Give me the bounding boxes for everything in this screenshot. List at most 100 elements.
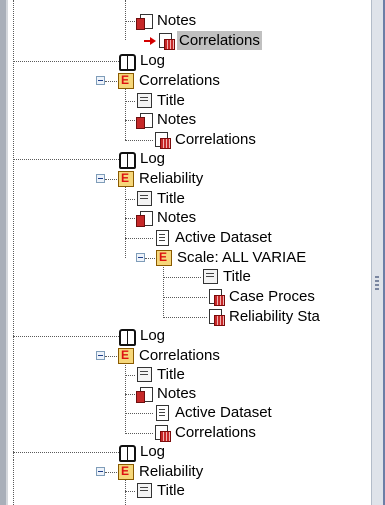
heading-icon: [156, 249, 172, 266]
collapse-toggle[interactable]: [96, 174, 105, 183]
tree-line: [163, 297, 207, 298]
tree-node-case-processing[interactable]: Case Proces: [208, 287, 317, 306]
tree-line: [125, 199, 135, 200]
tree-line: [13, 159, 119, 160]
tree-node-label: Active Dataset: [175, 229, 272, 246]
heading-icon: [118, 463, 134, 480]
tree-node-label: Reliability Sta: [229, 308, 320, 325]
title-icon: [202, 268, 218, 285]
tree-node-label: Active Dataset: [175, 404, 272, 421]
tree-node-reliability-group[interactable]: Reliability: [118, 169, 205, 188]
tree-node-label: Correlations: [175, 424, 256, 441]
tree-line: [105, 81, 117, 82]
active-dataset-icon: [154, 404, 170, 421]
tree-node-label: Log: [140, 443, 166, 460]
correlations-table-icon: [154, 131, 171, 149]
tree-node-correlations-group[interactable]: Correlations: [118, 346, 222, 365]
notes-icon: [136, 210, 153, 227]
tree-node-title[interactable]: Title: [136, 189, 187, 208]
output-outline-tree[interactable]: Notes Correlations Log Correlations Titl…: [8, 0, 371, 505]
collapse-toggle[interactable]: [96, 76, 105, 85]
heading-icon: [118, 72, 134, 89]
tree-line: [125, 218, 135, 219]
tree-node-active-dataset[interactable]: Active Dataset: [154, 228, 274, 247]
table-icon: [208, 308, 225, 326]
tree-node-notes[interactable]: Notes: [136, 11, 198, 30]
active-dataset-icon: [154, 229, 170, 246]
tree-node-title[interactable]: Title: [136, 365, 187, 384]
tree-node-label: Title: [157, 366, 185, 383]
tree-line: [125, 0, 126, 40]
tree-line: [105, 472, 117, 473]
tree-line: [163, 264, 164, 318]
tree-node-label: Title: [157, 482, 185, 499]
tree-node-label: Correlations: [175, 131, 256, 148]
tree-line: [125, 491, 135, 492]
tree-line: [125, 120, 135, 121]
tree-node-correlations-group[interactable]: Correlations: [118, 71, 222, 90]
notes-icon: [136, 386, 153, 403]
heading-icon: [118, 347, 134, 364]
tree-node-correlations[interactable]: Correlations: [154, 130, 258, 149]
tree-line: [13, 452, 119, 453]
tree-line: [125, 362, 126, 434]
splitter-grip-icon[interactable]: [375, 276, 379, 290]
tree-node-notes[interactable]: Notes: [136, 208, 198, 227]
tree-node-label: Notes: [157, 385, 197, 402]
tree-node-scale-group[interactable]: Scale: ALL VARIAE: [156, 248, 308, 267]
title-icon: [136, 366, 152, 383]
tree-node-label: Title: [223, 268, 251, 285]
tree-node-label: Log: [140, 52, 166, 69]
tree-node-notes[interactable]: Notes: [136, 110, 198, 129]
tree-node-label: Title: [157, 92, 185, 109]
current-item-arrow-icon: [144, 37, 156, 45]
tree-node-label: Correlations: [139, 72, 220, 89]
tree-line: [125, 101, 135, 102]
tree-node-log[interactable]: Log: [119, 326, 167, 346]
tree-node-label: Correlations: [139, 347, 220, 364]
title-icon: [136, 190, 152, 207]
tree-node-label: Title: [157, 190, 185, 207]
collapse-toggle[interactable]: [96, 351, 105, 360]
tree-node-notes[interactable]: Notes: [136, 384, 198, 403]
tree-node-title[interactable]: Title: [202, 267, 253, 286]
tree-node-title[interactable]: Title: [136, 481, 187, 500]
tree-node-log[interactable]: Log: [119, 442, 167, 462]
tree-node-log[interactable]: Log: [119, 51, 167, 71]
notes-icon: [136, 112, 153, 129]
tree-line: [105, 356, 117, 357]
tree-node-label: Log: [140, 327, 166, 344]
tree-node-active-dataset[interactable]: Active Dataset: [154, 403, 274, 422]
tree-line: [163, 277, 201, 278]
tree-line: [163, 317, 207, 318]
tree-line: [125, 375, 135, 376]
tree-node-reliability-group[interactable]: Reliability: [118, 462, 205, 481]
tree-node-correlations[interactable]: Correlations: [154, 423, 258, 442]
tree-node-correlations-selected[interactable]: Correlations: [158, 31, 262, 50]
tree-node-reliability-statistics[interactable]: Reliability Sta: [208, 307, 322, 326]
tree-line: [125, 186, 126, 258]
tree-node-label: Log: [140, 150, 166, 167]
tree-node-label: Reliability: [139, 170, 204, 187]
tree-line: [13, 460, 14, 505]
collapse-toggle[interactable]: [136, 253, 145, 262]
tree-line: [125, 88, 126, 140]
tree-node-log[interactable]: Log: [119, 149, 167, 169]
log-icon: [119, 151, 136, 169]
tree-node-label: Notes: [157, 209, 197, 226]
log-icon: [119, 328, 136, 346]
tree-line: [125, 413, 153, 414]
notes-icon: [136, 13, 153, 30]
tree-line: [145, 258, 155, 259]
tree-node-label: Correlations: [177, 31, 262, 50]
tree-node-label: Reliability: [139, 463, 204, 480]
tree-line: [13, 61, 119, 62]
tree-line: [13, 336, 119, 337]
tree-node-label: Notes: [157, 111, 197, 128]
heading-icon: [118, 170, 134, 187]
tree-line: [105, 179, 117, 180]
collapse-toggle[interactable]: [96, 467, 105, 476]
tree-line: [125, 433, 153, 434]
tree-node-label: Case Proces: [229, 288, 315, 305]
tree-node-title[interactable]: Title: [136, 91, 187, 110]
